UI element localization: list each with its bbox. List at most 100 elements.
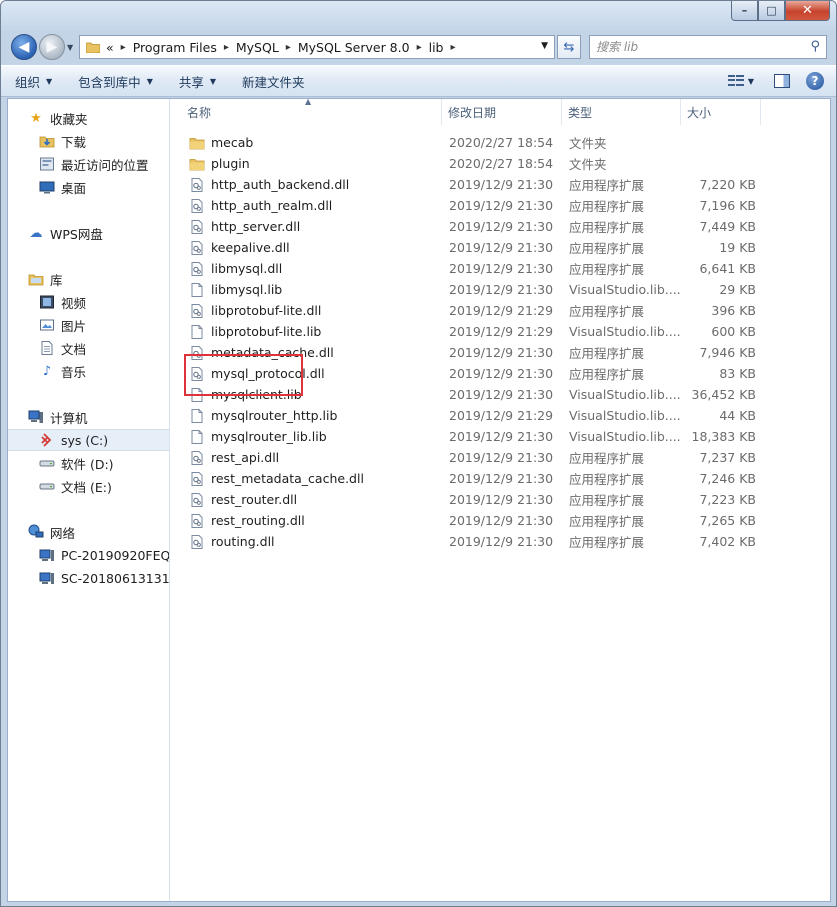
column-header-date[interactable]: 修改日期 (442, 99, 562, 125)
file-size: 600 KB (711, 324, 756, 339)
file-icon (191, 282, 203, 297)
view-details-icon[interactable] (727, 75, 744, 87)
nav-libraries[interactable]: 库 (8, 268, 169, 290)
table-row[interactable]: mysqlrouter_lib.lib 2019/12/9 21:30 Visu… (171, 426, 771, 447)
dll-file-icon (191, 471, 203, 486)
nav-desktop[interactable]: 桌面 (8, 176, 169, 198)
breadcrumb-lib[interactable]: lib (429, 40, 444, 55)
view-controls: ▼ ? (727, 66, 836, 96)
breadcrumb-sep-icon[interactable]: ▸ (451, 42, 456, 53)
file-type: VisualStudio.lib.... (569, 282, 681, 297)
file-list[interactable]: ▲ 名称 修改日期 类型 大小 mecab 2020/2/27 18:54 文件… (171, 97, 830, 901)
nav-network[interactable]: 网络 (8, 521, 169, 543)
file-date: 2019/12/9 21:30 (449, 513, 554, 528)
dll-file-icon (191, 303, 203, 318)
nav-downloads[interactable]: 下载 (8, 130, 169, 152)
breadcrumb-sep-icon[interactable]: ▸ (417, 42, 422, 53)
nav-computer[interactable]: 计算机 (8, 406, 169, 428)
minimize-button[interactable]: – (731, 1, 758, 21)
table-row[interactable]: rest_routing.dll 2019/12/9 21:30 应用程序扩展 … (171, 510, 771, 531)
nav-documents[interactable]: 文档 (8, 337, 169, 359)
nav-computer-label: 计算机 (50, 410, 88, 426)
sort-ascending-icon: ▲ (305, 97, 312, 106)
file-type: 应用程序扩展 (569, 472, 645, 487)
table-row[interactable]: http_auth_realm.dll 2019/12/9 21:30 应用程序… (171, 195, 771, 216)
breadcrumb-program-files[interactable]: Program Files (133, 40, 217, 55)
nav-drive-c[interactable]: sys (C:) (8, 429, 169, 451)
nav-drive-e[interactable]: 文档 (E:) (8, 475, 169, 497)
table-row[interactable]: mysqlclient.lib 2019/12/9 21:30 VisualSt… (171, 384, 771, 405)
nav-network-pc-2[interactable]: SC-201806131311 (8, 567, 169, 589)
file-date: 2019/12/9 21:29 (449, 324, 554, 339)
table-row[interactable]: libprotobuf-lite.dll 2019/12/9 21:29 应用程… (171, 300, 771, 321)
breadcrumb-sep-icon[interactable]: ▸ (121, 42, 126, 53)
organize-button[interactable]: 组织 ▼ (1, 66, 64, 96)
nav-pictures-label: 图片 (61, 318, 87, 334)
breadcrumb-mysql-server[interactable]: MySQL Server 8.0 (298, 40, 410, 55)
table-row[interactable]: libmysql.lib 2019/12/9 21:30 VisualStudi… (171, 279, 771, 300)
nav-music[interactable]: ♪ 音乐 (8, 360, 169, 382)
file-name: keepalive.dll (211, 240, 290, 255)
table-row[interactable]: rest_metadata_cache.dll 2019/12/9 21:30 … (171, 468, 771, 489)
breadcrumb-sep-icon[interactable]: ▸ (224, 42, 229, 53)
share-button[interactable]: 共享 ▼ (165, 66, 228, 96)
file-name: rest_api.dll (211, 450, 280, 465)
forward-button[interactable]: ▶ (39, 34, 65, 60)
column-header-name[interactable]: ▲ 名称 (171, 97, 442, 125)
new-folder-button[interactable]: 新建文件夹 (228, 66, 317, 96)
nav-favorites[interactable]: ★ 收藏夹 (8, 107, 169, 129)
help-icon[interactable]: ? (806, 72, 824, 90)
nav-videos[interactable]: 视频 (8, 291, 169, 313)
file-name-cell: rest_api.dll (171, 450, 442, 466)
file-size: 7,265 KB (699, 513, 756, 528)
folder-icon (86, 42, 100, 53)
navigation-pane[interactable]: ★ 收藏夹 下载 最近访问的位置 桌面 ☁ WPS网盘 库 视频 图片 文档 ♪… (8, 99, 170, 901)
table-row[interactable]: libprotobuf-lite.lib 2019/12/9 21:29 Vis… (171, 321, 771, 342)
file-date: 2019/12/9 21:30 (449, 534, 554, 549)
nav-wps-cloud[interactable]: ☁ WPS网盘 (8, 222, 169, 244)
nav-drive-d[interactable]: 软件 (D:) (8, 452, 169, 474)
nav-network-pc-1[interactable]: PC-20190920FEQN (8, 544, 169, 566)
search-icon[interactable]: ⚲ (810, 39, 820, 54)
search-box[interactable]: ⚲ (589, 35, 827, 59)
maximize-button[interactable]: □ (758, 1, 785, 21)
table-row[interactable]: rest_api.dll 2019/12/9 21:30 应用程序扩展 7,23… (171, 447, 771, 468)
star-icon: ★ (30, 110, 42, 126)
column-header-size[interactable]: 大小 (681, 99, 761, 125)
include-in-library-button[interactable]: 包含到库中 ▼ (64, 66, 165, 96)
close-button[interactable]: ✕ (785, 1, 830, 21)
table-row[interactable]: keepalive.dll 2019/12/9 21:30 应用程序扩展 19 … (171, 237, 771, 258)
recent-pages-dropdown[interactable]: ▼ (67, 43, 73, 52)
table-row[interactable]: http_server.dll 2019/12/9 21:30 应用程序扩展 7… (171, 216, 771, 237)
view-dropdown-icon[interactable]: ▼ (748, 77, 754, 86)
search-input[interactable] (596, 40, 806, 54)
computer-icon (28, 410, 43, 423)
file-name: libprotobuf-lite.lib (211, 324, 322, 339)
table-row[interactable]: http_auth_backend.dll 2019/12/9 21:30 应用… (171, 174, 771, 195)
table-row[interactable]: mecab 2020/2/27 18:54 文件夹 (171, 132, 771, 153)
file-size: 6,641 KB (699, 261, 756, 276)
table-row[interactable]: metadata_cache.dll 2019/12/9 21:30 应用程序扩… (171, 342, 771, 363)
address-dropdown-icon[interactable]: ▼ (541, 41, 548, 51)
preview-pane-icon[interactable] (774, 74, 790, 88)
column-header-type[interactable]: 类型 (562, 99, 681, 125)
file-date: 2019/12/9 21:30 (449, 366, 554, 381)
organize-label: 组织 (15, 74, 41, 90)
table-row[interactable]: rest_router.dll 2019/12/9 21:30 应用程序扩展 7… (171, 489, 771, 510)
breadcrumb-overflow[interactable]: « (106, 40, 114, 55)
breadcrumb-sep-icon[interactable]: ▸ (286, 42, 291, 53)
address-bar[interactable]: « ▸ Program Files ▸ MySQL ▸ MySQL Server… (79, 35, 555, 59)
nav-recent[interactable]: 最近访问的位置 (8, 153, 169, 175)
table-row[interactable]: plugin 2020/2/27 18:54 文件夹 (171, 153, 771, 174)
refresh-button[interactable]: ⇆ (557, 35, 581, 59)
table-row[interactable]: libmysql.dll 2019/12/9 21:30 应用程序扩展 6,64… (171, 258, 771, 279)
breadcrumb-mysql[interactable]: MySQL (236, 40, 279, 55)
table-row[interactable]: routing.dll 2019/12/9 21:30 应用程序扩展 7,402… (171, 531, 771, 552)
table-row[interactable]: mysqlrouter_http.lib 2019/12/9 21:29 Vis… (171, 405, 771, 426)
share-label: 共享 (178, 74, 204, 90)
file-type: 应用程序扩展 (569, 241, 645, 256)
back-button[interactable]: ◀ (11, 34, 37, 60)
file-date: 2019/12/9 21:30 (449, 219, 554, 234)
table-row[interactable]: mysql_protocol.dll 2019/12/9 21:30 应用程序扩… (171, 363, 771, 384)
nav-pictures[interactable]: 图片 (8, 314, 169, 336)
